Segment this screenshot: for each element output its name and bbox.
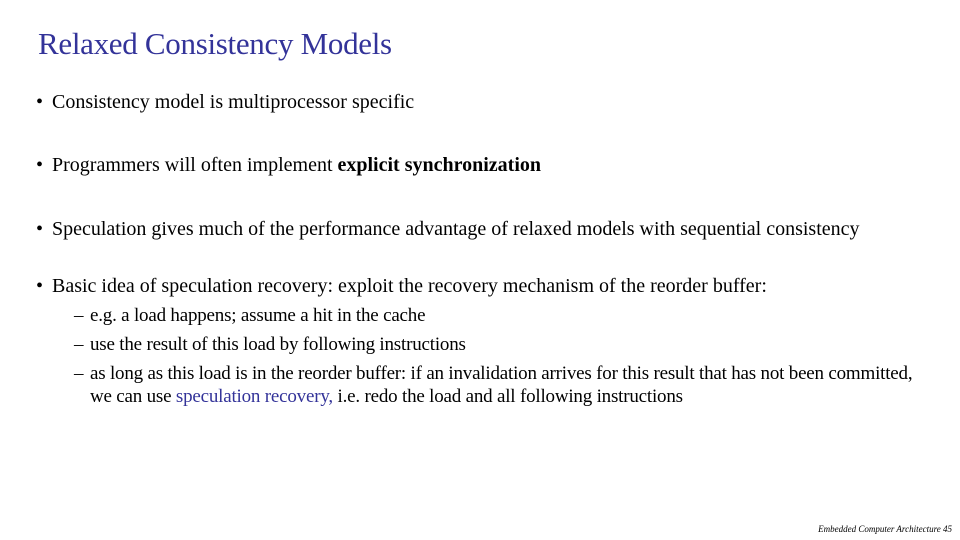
subbullet-text: as long as this load is in the reorder b…	[90, 362, 924, 408]
bullet-marker: •	[36, 154, 44, 176]
subbullet-1: – e.g. a load happens; assume a hit in t…	[74, 304, 924, 327]
bullet-text: Consistency model is multiprocessor spec…	[52, 91, 415, 113]
bullet-text: Basic idea of speculation recovery: expl…	[52, 275, 767, 297]
bullet-text-bold: explicit synchronization	[337, 154, 542, 176]
subbullet-marker: –	[74, 334, 84, 355]
highlighted-term: speculation recovery,	[175, 386, 333, 407]
subbullet-marker: –	[74, 305, 84, 326]
bullet-marker: •	[36, 218, 44, 240]
bullet-marker: •	[36, 91, 44, 113]
subbullet-text: use the result of this load by following…	[90, 334, 466, 355]
subbullet-text-plain-end: i.e. redo the load and all following ins…	[332, 386, 684, 407]
slide-footer: Embedded Computer Architecture 45	[818, 524, 952, 534]
subbullet-text: e.g. a load happens; assume a hit in the…	[90, 305, 426, 326]
bullet-2: • Programmers will often implement expli…	[36, 152, 916, 178]
bullet-4: • Basic idea of speculation recovery: ex…	[36, 273, 916, 299]
page-number: 45	[943, 524, 952, 534]
bullet-3: • Speculation gives much of the performa…	[36, 216, 916, 242]
subbullet-2: – use the result of this load by followi…	[74, 333, 924, 356]
subbullet-marker: –	[74, 363, 84, 384]
subbullet-3: – as long as this load is in the reorder…	[74, 362, 924, 408]
slide-title: Relaxed Consistency Models	[38, 26, 392, 61]
bullet-text: Speculation gives much of the performanc…	[52, 218, 860, 240]
bullet-text-plain: Programmers will often implement	[52, 154, 338, 176]
bullet-1: • Consistency model is multiprocessor sp…	[36, 89, 916, 115]
bullet-text: Programmers will often implement explici…	[52, 152, 916, 178]
footer-text: Embedded Computer Architecture	[818, 524, 941, 534]
bullet-marker: •	[36, 275, 44, 297]
